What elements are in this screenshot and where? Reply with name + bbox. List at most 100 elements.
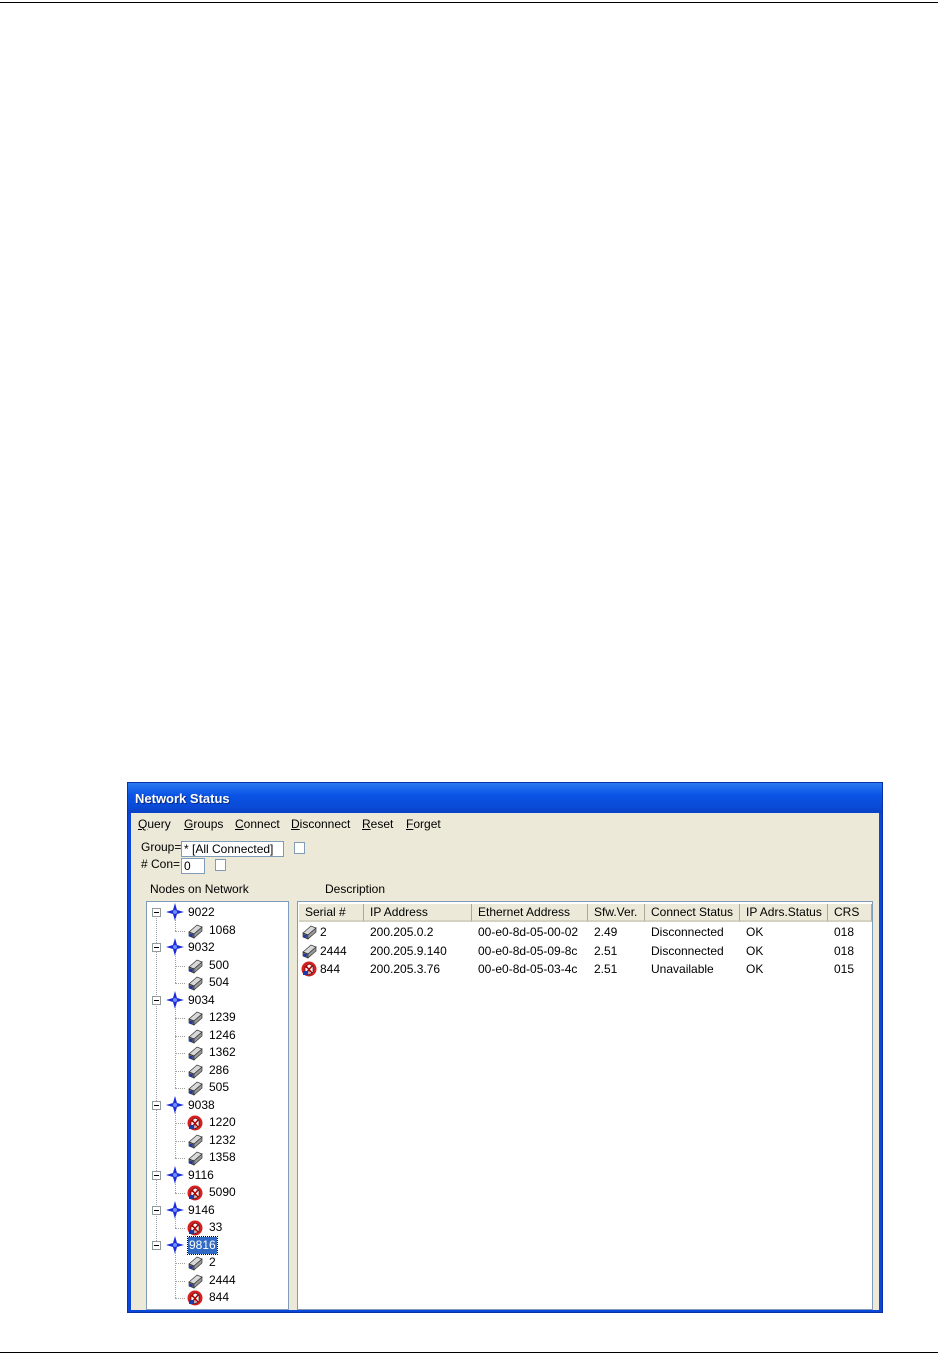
con-label: # Con= xyxy=(141,857,181,871)
collapse-icon[interactable] xyxy=(152,995,161,1005)
device-error-icon xyxy=(301,961,317,982)
menu-groups[interactable]: Groups xyxy=(184,817,223,831)
tree-node-1358[interactable]: 1358 xyxy=(147,1149,287,1166)
menu-groups-accel: G xyxy=(184,817,194,831)
tree-node-label: 1246 xyxy=(209,1027,236,1042)
menu-query-accel: Q xyxy=(138,817,148,831)
menu-disconnect-rest: isconnect xyxy=(299,817,351,831)
tree-node-1232[interactable]: 1232 xyxy=(147,1132,287,1149)
tree-node-504[interactable]: 504 xyxy=(147,974,287,991)
tree-node-286[interactable]: 286 xyxy=(147,1062,287,1079)
tree-node-844[interactable]: 844 xyxy=(147,1289,287,1306)
collapse-icon[interactable] xyxy=(152,1170,161,1180)
tree-node-label: 505 xyxy=(209,1080,230,1094)
column-header-ip-address[interactable]: IP Address xyxy=(364,904,472,922)
table-cell: Disconnected xyxy=(651,943,724,958)
tree-group-9022[interactable]: 9022 xyxy=(147,903,287,921)
tree-group-label: 9116 xyxy=(188,1167,214,1182)
menu-bar: Query Groups Connect Disconnect Reset Forget xyxy=(131,813,879,835)
tree-group-9038[interactable]: 9038 xyxy=(147,1095,287,1114)
tree-node-label: 2 xyxy=(209,1255,216,1269)
tree-node-2444[interactable]: 2444 xyxy=(147,1272,287,1289)
tree-node-33[interactable]: 33 xyxy=(147,1219,287,1236)
table-cell: 018 xyxy=(834,925,855,939)
tree-branch-line xyxy=(175,1053,185,1054)
table-row[interactable]: 2 200.205.0.2 00-e0-8d-05-00-02 2.49 Disconn… xyxy=(298,923,872,941)
page-bottom-rule xyxy=(0,1352,938,1353)
tree-node-1362[interactable]: 1362 xyxy=(147,1044,287,1061)
collapse-icon[interactable] xyxy=(152,908,161,917)
collapse-icon[interactable] xyxy=(152,1240,161,1250)
tree-branch-line xyxy=(175,1158,185,1159)
title-bar[interactable]: Network Status xyxy=(128,783,882,813)
tree-node-5090[interactable]: 5090 xyxy=(147,1184,287,1201)
con-count-field[interactable]: 0 xyxy=(181,858,205,874)
window-title: Network Status xyxy=(135,791,230,806)
table-cell: OK xyxy=(746,962,764,977)
tree-node-label: 1232 xyxy=(209,1132,236,1147)
tree-node-label: 500 xyxy=(209,957,230,972)
tree-group-9816[interactable]: 9816 xyxy=(147,1235,287,1255)
tree-branch-line xyxy=(175,1123,185,1124)
menu-disconnect[interactable]: Disconnect xyxy=(291,817,350,831)
menu-connect[interactable]: Connect xyxy=(235,817,280,831)
menu-forget[interactable]: Forget xyxy=(406,817,441,831)
tree-group-9034[interactable]: 9034 xyxy=(147,990,287,1009)
menu-query[interactable]: Query xyxy=(138,817,171,831)
menu-reset[interactable]: Reset xyxy=(362,817,393,831)
tree-child-line xyxy=(175,918,176,931)
tree-branch-line xyxy=(175,1088,185,1089)
table-cell: OK xyxy=(746,925,764,939)
tree-node-label: 1068 xyxy=(209,922,236,937)
tree-child-line xyxy=(175,1250,176,1298)
tree-node-1239[interactable]: 1239 xyxy=(147,1009,287,1026)
table-cell: Disconnected xyxy=(651,925,724,939)
tree-node-2[interactable]: 2 xyxy=(147,1254,287,1271)
column-header-crs[interactable]: CRS xyxy=(828,904,872,922)
table-cell: 00-e0-8d-05-03-4c xyxy=(478,962,578,977)
column-header-ethernet-address[interactable]: Ethernet Address xyxy=(472,904,588,922)
tree-group-label: 9022 xyxy=(188,905,215,919)
menu-groups-rest: roups xyxy=(193,817,224,831)
tree-group-label: 9816 xyxy=(187,1235,218,1255)
table-cell: 2.49 xyxy=(594,925,618,939)
tree-group-9146[interactable]: 9146 xyxy=(147,1200,287,1219)
tree-node-505[interactable]: 505 xyxy=(147,1079,287,1096)
collapse-icon[interactable] xyxy=(152,1100,161,1110)
list-heading: Description xyxy=(325,882,386,896)
tree-node-1220[interactable]: 1220 xyxy=(147,1114,287,1131)
collapse-icon[interactable] xyxy=(152,1205,161,1215)
tree-branch-line xyxy=(175,1280,185,1282)
group-checkbox[interactable] xyxy=(294,842,305,854)
tree-branch-line xyxy=(175,1035,185,1037)
menu-reset-accel: R xyxy=(362,817,371,831)
tree-group-9116[interactable]: 9116 xyxy=(147,1165,287,1184)
con-checkbox[interactable] xyxy=(215,859,226,871)
table-row[interactable]: 844 200.205.3.76 00-e0-8d-05-03-4c 2.51 Unav… xyxy=(298,960,872,978)
column-header-sfw-ver[interactable]: Sfw.Ver. xyxy=(588,904,645,922)
tree-node-1246[interactable]: 1246 xyxy=(147,1027,287,1044)
table-row[interactable]: 2444 200.205.9.140 00-e0-8d-05-09-8c 2.51 Di… xyxy=(298,942,872,960)
tree-group-9032[interactable]: 9032 xyxy=(147,938,287,956)
tree-node-500[interactable]: 500 xyxy=(147,957,287,974)
group-field[interactable]: * [All Connected] xyxy=(181,841,284,857)
column-header-serial[interactable]: Serial # xyxy=(299,904,364,922)
column-header-connect-status[interactable]: Connect Status xyxy=(645,904,740,922)
tree-node-1068[interactable]: 1068 xyxy=(147,922,287,939)
tree-branch-line xyxy=(175,1193,185,1194)
description-list[interactable]: Serial # IP Address Ethernet Address Sfw.Ve… xyxy=(297,901,873,1310)
tree-node-label: 1362 xyxy=(209,1045,236,1059)
tree-child-line xyxy=(175,953,176,983)
tree-group-label: 9032 xyxy=(188,940,215,954)
tree-node-label: 504 xyxy=(209,975,230,989)
tree-group-label: 9034 xyxy=(188,992,215,1007)
nodes-tree[interactable]: 9022 1068 9032 500 504 9034 1239 1246 1362 286 505… xyxy=(146,901,289,1310)
table-cell: 015 xyxy=(834,962,855,977)
column-header-ip-adrs-status[interactable]: IP Adrs.Status xyxy=(740,904,828,922)
tree-child-line xyxy=(175,1215,176,1228)
tree-child-line xyxy=(175,1110,176,1158)
tree-heading: Nodes on Network xyxy=(150,882,249,896)
tree-branch-line xyxy=(175,1140,185,1142)
table-cell: 2444 xyxy=(320,943,347,958)
collapse-icon[interactable] xyxy=(152,943,161,952)
